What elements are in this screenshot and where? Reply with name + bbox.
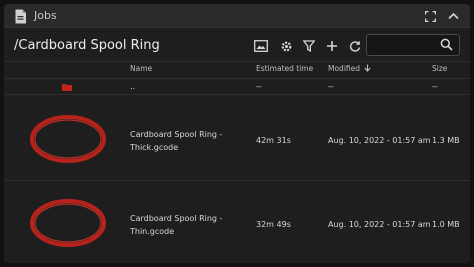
file-name-line2: Thin.gcode [130, 227, 175, 236]
fullscreen-icon [424, 10, 436, 22]
current-path: /Cardboard Spool Ring [14, 38, 160, 53]
fullscreen-button[interactable] [422, 8, 438, 24]
column-header-modified[interactable]: Modified [328, 64, 372, 73]
arrow-down-icon [364, 64, 372, 72]
column-header-modified-label: Modified [328, 64, 361, 73]
parent-name: .. [130, 82, 136, 91]
folder-icon [62, 84, 72, 91]
search-box [366, 34, 460, 56]
settings-gear-icon [281, 41, 291, 51]
table-row[interactable]: Cardboard Spool Ring - Thick.gcode 42m 3… [4, 94, 470, 180]
jobs-toolbar: /Cardboard Spool Ring [4, 28, 470, 62]
column-header-estimated-time[interactable]: Estimated time [256, 64, 313, 73]
file-size: 1.0 MB [432, 220, 460, 229]
estimated-time: 32m 49s [256, 220, 291, 229]
column-header-size[interactable]: Size [432, 64, 447, 73]
table-header: Name Estimated time Modified Size [4, 62, 470, 78]
filter-icon [303, 40, 315, 52]
table-row-parent[interactable]: .. -- -- -- [4, 78, 470, 94]
file-document-icon [15, 9, 26, 24]
file-name-line2: Thick.gcode [130, 143, 179, 152]
settings-button[interactable] [277, 37, 295, 55]
panel-titlebar: Jobs [4, 4, 470, 28]
parent-time: -- [256, 82, 262, 91]
column-header-name[interactable]: Name [130, 64, 152, 73]
collapse-button[interactable] [445, 8, 461, 24]
file-name-line1: Cardboard Spool Ring - [130, 130, 223, 139]
file-name-line1: Cardboard Spool Ring - [130, 214, 223, 223]
parent-size: -- [432, 82, 438, 91]
modified-date: Aug. 10, 2022 - 01:57 am [328, 220, 431, 229]
add-button[interactable] [323, 37, 341, 55]
panel-title: Jobs [34, 9, 57, 22]
file-size: 1.3 MB [432, 136, 460, 145]
estimated-time: 42m 31s [256, 136, 291, 145]
gcode-thumbnail [30, 199, 106, 247]
table-row[interactable]: Cardboard Spool Ring - Thin.gcode 32m 49… [4, 180, 470, 263]
refresh-button[interactable] [346, 37, 364, 55]
parent-modified: -- [328, 82, 334, 91]
search-icon[interactable] [440, 38, 453, 51]
chevron-up-icon [447, 12, 459, 20]
add-icon [327, 41, 337, 51]
filter-button[interactable] [300, 37, 318, 55]
thumbnail-view-button[interactable] [252, 37, 270, 55]
refresh-icon [349, 40, 361, 52]
modified-date: Aug. 10, 2022 - 01:57 am [328, 136, 431, 145]
gcode-thumbnail [30, 115, 106, 163]
search-input[interactable] [371, 37, 435, 53]
jobs-panel: Jobs /Cardboard Spool Ring Name Estimate… [4, 4, 470, 263]
image-view-icon [254, 40, 268, 52]
